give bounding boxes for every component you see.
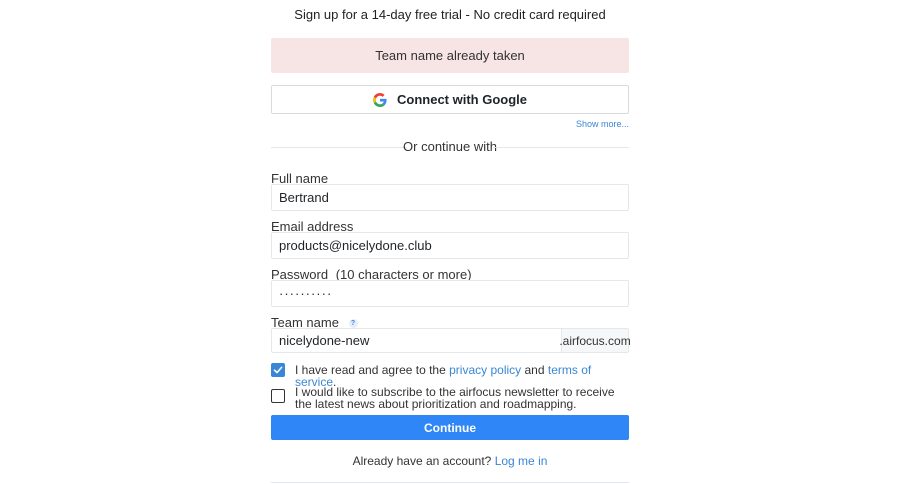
team-domain-suffix: .airfocus.com <box>559 328 631 353</box>
or-divider: Or continue with <box>271 139 629 154</box>
google-g-icon <box>373 92 387 107</box>
password-field[interactable]: ·········· <box>271 280 629 307</box>
newsletter-checkbox[interactable] <box>271 389 285 403</box>
newsletter-consent-row: I would like to subscribe to the airfocu… <box>271 386 629 410</box>
terms-checkbox[interactable] <box>271 363 285 377</box>
password-value: ·········· <box>279 286 333 301</box>
show-more-link[interactable]: Show more... <box>576 119 629 129</box>
team-name-value: nicelydone-new <box>279 333 370 348</box>
full-name-value: Bertrand <box>279 190 329 205</box>
login-prompt: Already have an account? <box>352 454 492 468</box>
log-me-in-link[interactable]: Log me in <box>495 454 548 468</box>
email-value: products@nicelydone.club <box>279 238 432 253</box>
full-name-field[interactable]: Bertrand <box>271 184 629 211</box>
continue-label: Continue <box>424 420 476 435</box>
continue-button[interactable]: Continue <box>271 415 629 440</box>
privacy-policy-link[interactable]: privacy policy <box>449 363 521 377</box>
connect-google-button[interactable]: Connect with Google <box>271 85 629 114</box>
error-message: Team name already taken <box>375 48 525 63</box>
team-name-field[interactable]: nicelydone-new <box>271 328 561 353</box>
connect-google-label: Connect with Google <box>397 92 527 107</box>
email-field[interactable]: products@nicelydone.club <box>271 232 629 259</box>
checkmark-icon <box>273 366 283 374</box>
terms-middle: and <box>521 363 548 377</box>
divider-line-right <box>493 147 629 148</box>
team-name-row: nicelydone-new .airfocus.com <box>271 328 631 353</box>
help-question-icon[interactable]: ? <box>348 319 358 329</box>
error-alert: Team name already taken <box>271 38 629 73</box>
login-prompt-line: Already have an account? Log me in <box>271 454 629 468</box>
bottom-divider <box>271 482 629 483</box>
newsletter-consent-text: I would like to subscribe to the airfocu… <box>295 385 615 411</box>
page-subtitle: Sign up for a 14-day free trial - No cre… <box>294 7 606 22</box>
